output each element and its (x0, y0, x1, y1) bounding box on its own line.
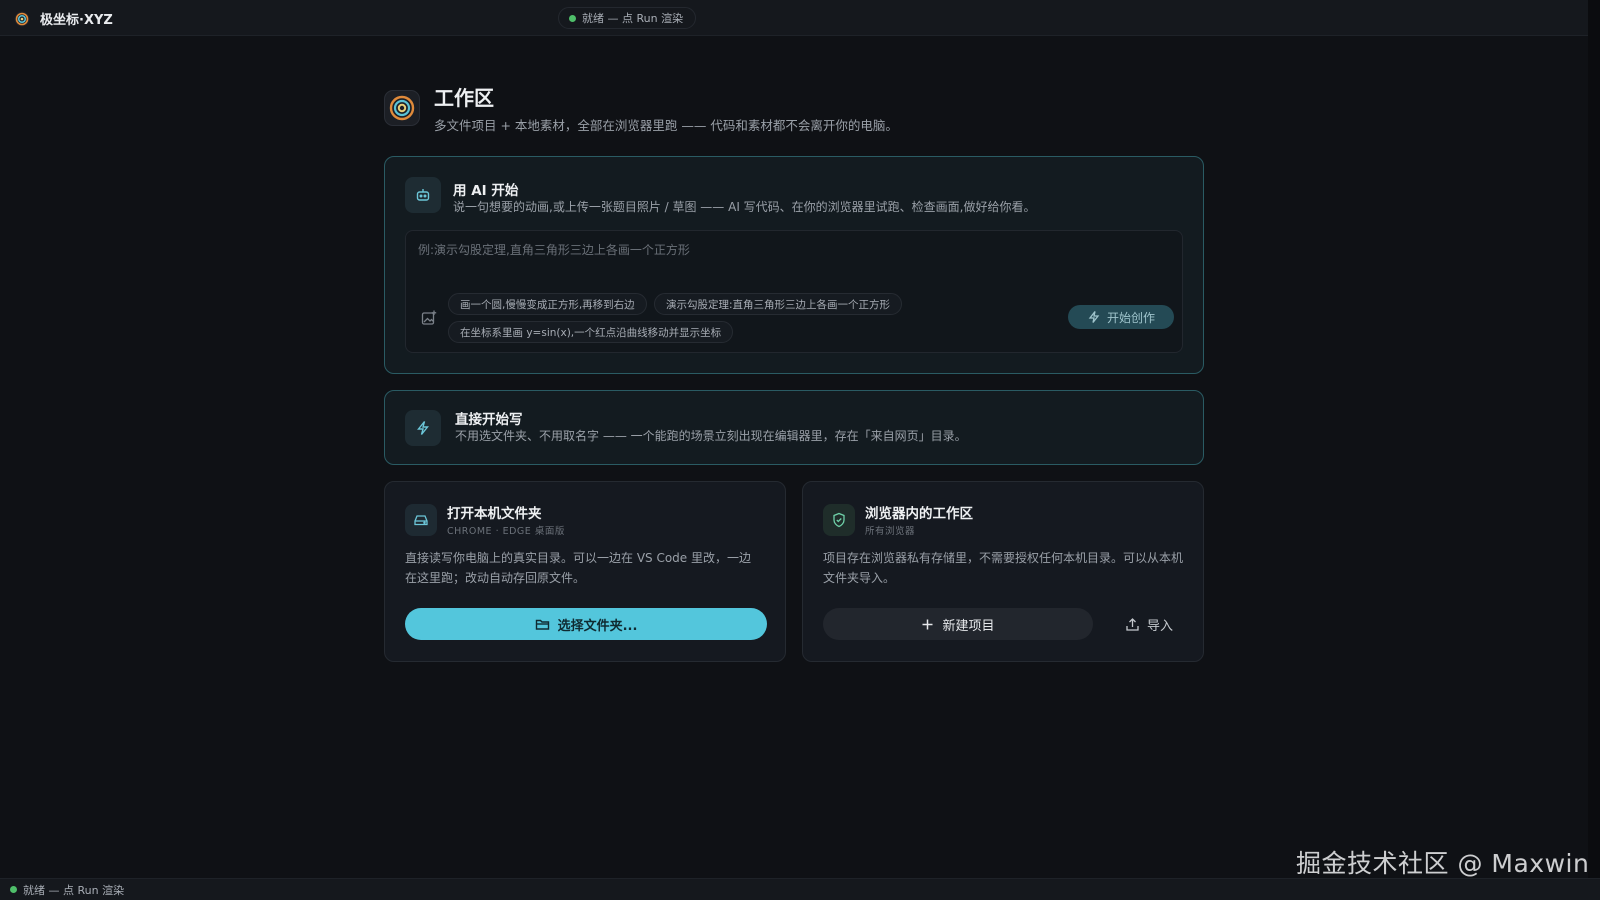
bottom-status-bar: 就绪 — 点 Run 渲染 (0, 878, 1600, 900)
render-status-text: 就绪 — 点 Run 渲染 (582, 12, 684, 25)
start-create-button[interactable]: 开始创作 (1068, 305, 1174, 329)
ai-prompt-box: 画一个圆,慢慢变成正方形,再移到右边 演示勾股定理:直角三角形三边上各画一个正方… (405, 230, 1183, 353)
attach-image-icon[interactable] (420, 309, 438, 327)
suggestion-chip[interactable]: 演示勾股定理:直角三角形三边上各画一个正方形 (654, 293, 903, 315)
browser-card-title: 浏览器内的工作区 (865, 506, 973, 522)
import-label: 导入 (1146, 618, 1173, 634)
direct-card-title: 直接开始写 (455, 412, 523, 428)
ai-card-description: 说一句想要的动画,或上传一张题目照片 / 草图 —— AI 写代码、在你的浏览器… (453, 200, 1036, 214)
choose-folder-label: 选择文件夹... (557, 618, 638, 634)
browser-workspace-card: 浏览器内的工作区 所有浏览器 项目存在浏览器私有存储里，不需要授权任何本机目录。… (802, 481, 1204, 662)
brand[interactable]: 极坐标·XYZ (14, 9, 113, 28)
workspace-logo (384, 90, 420, 126)
direct-card-description: 不用选文件夹、不用取名字 —— 一个能跑的场景立刻出现在编辑器里，存在「来自网页… (455, 429, 967, 443)
shield-icon (823, 504, 855, 536)
new-project-button[interactable]: 新建项目 (823, 608, 1093, 640)
browser-card-description: 项目存在浏览器私有存储里，不需要授权任何本机目录。可以从本机文件夹导入。 (823, 551, 1184, 585)
app-title: 极坐标·XYZ (40, 13, 113, 28)
import-button[interactable]: 导入 (1111, 608, 1187, 640)
page-subtitle: 多文件项目 + 本地素材，全部在浏览器里跑 —— 代码和素材都不会离开你的电脑。 (434, 118, 898, 133)
bottom-status-text: 就绪 — 点 Run 渲染 (23, 883, 125, 897)
direct-start-card[interactable]: 直接开始写 不用选文件夹、不用取名字 —— 一个能跑的场景立刻出现在编辑器里，存… (384, 390, 1204, 465)
render-status-pill: 就绪 — 点 Run 渲染 (558, 7, 697, 29)
start-create-label: 开始创作 (1106, 310, 1155, 325)
status-dot-icon (569, 14, 576, 22)
suggestion-chip[interactable]: 在坐标系里画 y=sin(x),一个红点沿曲线移动并显示坐标 (448, 321, 734, 343)
ai-prompt-input[interactable] (418, 241, 1168, 281)
local-card-meta: CHROME · EDGE 桌面版 (447, 526, 565, 537)
new-project-label: 新建项目 (942, 618, 995, 634)
spiral-logo-icon (389, 95, 415, 121)
bolt-icon (1088, 311, 1100, 323)
browser-card-meta: 所有浏览器 (865, 526, 916, 537)
local-card-title: 打开本机文件夹 (447, 506, 542, 522)
scrollbar[interactable] (1588, 0, 1600, 878)
local-folder-card: 打开本机文件夹 CHROME · EDGE 桌面版 直接读写你电脑上的真实目录。… (384, 481, 786, 662)
bot-icon (405, 177, 441, 213)
watermark: 掘金技术社区 @ Maxwin (1296, 849, 1590, 878)
choose-folder-button[interactable]: 选择文件夹... (405, 608, 767, 640)
top-bar: 极坐标·XYZ 就绪 — 点 Run 渲染 (0, 0, 1588, 36)
spiral-logo-icon (14, 11, 30, 26)
suggestion-chip[interactable]: 画一个圆,慢慢变成正方形,再移到右边 (448, 293, 647, 315)
page-header: 工作区 多文件项目 + 本地素材，全部在浏览器里跑 —— 代码和素材都不会离开你… (384, 82, 898, 134)
ai-start-card: 用 AI 开始 说一句想要的动画,或上传一张题目照片 / 草图 —— AI 写代… (384, 156, 1204, 374)
folder-icon (535, 619, 549, 630)
ai-card-title: 用 AI 开始 (453, 183, 519, 199)
upload-icon (1126, 617, 1139, 631)
plus-icon (922, 619, 933, 629)
bolt-icon (405, 410, 441, 446)
page-title: 工作区 (434, 86, 494, 110)
status-dot-icon (10, 886, 17, 893)
local-card-description: 直接读写你电脑上的真实目录。可以一边在 VS Code 里改，一边在这里跑；改动… (405, 551, 751, 585)
drive-icon (405, 504, 437, 536)
